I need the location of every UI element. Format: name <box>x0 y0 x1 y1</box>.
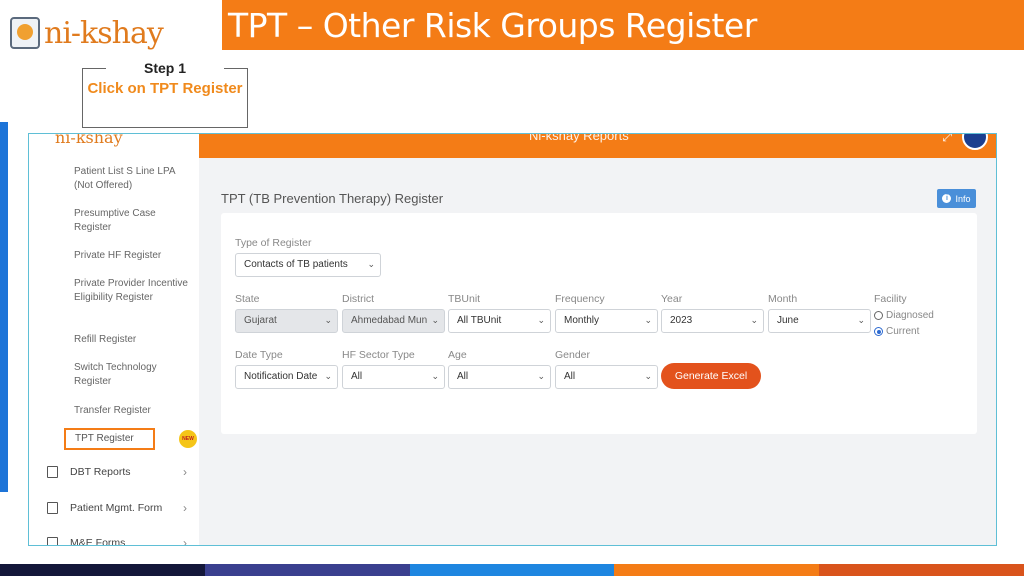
frequency-select[interactable]: Monthly ⌄ <box>555 309 658 333</box>
district-label: District <box>342 293 375 305</box>
chevron-down-icon: ⌄ <box>537 315 545 326</box>
select-value: All <box>351 371 363 382</box>
sidebar-section-label: DBT Reports <box>70 466 131 478</box>
logo-text: ni-kshay <box>44 15 164 51</box>
frequency-label: Frequency <box>555 293 605 305</box>
app-window: ni-kshay Patient List S Line LPA (Not Of… <box>28 133 997 546</box>
chevron-down-icon: ⌄ <box>324 315 332 326</box>
app-topbar: Ni-kshay Reports ⤢ <box>199 134 996 158</box>
facility-radio-diagnosed[interactable]: Diagnosed <box>874 310 934 321</box>
year-label: Year <box>661 293 683 305</box>
radio-on-icon <box>874 327 883 336</box>
band-segment <box>0 564 205 576</box>
chevron-down-icon: ⌄ <box>537 371 545 382</box>
hf-sector-type-label: HF Sector Type <box>342 349 415 361</box>
page-title: TPT (TB Prevention Therapy) Register <box>221 191 444 206</box>
sidebar-section-label: Patient Mgmt. Form <box>70 502 163 514</box>
date-type-label: Date Type <box>235 349 283 361</box>
new-badge: NEW <box>179 430 197 448</box>
sidebar-item-private-hf[interactable]: Private HF Register <box>74 249 192 263</box>
chevron-down-icon: ⌄ <box>324 371 332 382</box>
chevron-down-icon: ⌄ <box>431 371 439 382</box>
chevron-right-icon: › <box>183 501 187 515</box>
slide-title-bar: TPT – Other Risk Groups Register <box>222 0 1024 50</box>
radio-label: Current <box>886 326 920 337</box>
band-segment <box>409 564 615 576</box>
radio-label: Diagnosed <box>886 310 934 321</box>
band-segment <box>614 564 820 576</box>
select-value: All <box>564 371 576 382</box>
state-select: Gujarat ⌄ <box>235 309 338 333</box>
info-button-label: Info <box>955 193 971 204</box>
gender-select[interactable]: All ⌄ <box>555 365 658 389</box>
type-of-register-select[interactable]: Contacts of TB patients ⌄ <box>235 253 381 277</box>
chevron-down-icon: ⌄ <box>644 315 652 326</box>
month-select[interactable]: June ⌄ <box>768 309 871 333</box>
sidebar-item-switch-technology[interactable]: Switch Technology Register <box>74 361 192 389</box>
type-of-register-label: Type of Register <box>235 237 312 249</box>
sidebar-item-tpt-register[interactable]: TPT Register <box>64 428 155 450</box>
chevron-down-icon: ⌄ <box>644 371 652 382</box>
chevron-down-icon: ⌄ <box>750 315 758 326</box>
nikshay-logo: ni-kshay <box>10 8 190 58</box>
district-select: Ahmedabad Mun ⌄ <box>342 309 445 333</box>
year-select[interactable]: 2023 ⌄ <box>661 309 764 333</box>
sidebar: ni-kshay Patient List S Line LPA (Not Of… <box>29 134 199 545</box>
chevron-down-icon: ⌄ <box>431 315 439 326</box>
info-button[interactable]: i Info <box>937 189 976 208</box>
sidebar-item-private-provider[interactable]: Private Provider Incentive Eligibility R… <box>74 277 192 305</box>
generate-excel-button[interactable]: Generate Excel <box>661 363 761 389</box>
select-value: Monthly <box>564 315 600 326</box>
slide-title: TPT – Other Risk Groups Register <box>228 5 757 45</box>
select-value: Notification Date <box>244 371 318 382</box>
register-form-card: Type of Register Contacts of TB patients… <box>221 213 977 434</box>
select-value: 2023 <box>670 315 693 326</box>
sidebar-item-transfer[interactable]: Transfer Register <box>74 404 192 418</box>
select-value: June <box>777 315 799 326</box>
select-value: Ahmedabad Mun <box>351 315 428 326</box>
document-icon <box>47 502 58 514</box>
tbunit-select[interactable]: All TBUnit ⌄ <box>448 309 551 333</box>
info-icon: i <box>942 194 952 203</box>
sidebar-item-refill[interactable]: Refill Register <box>74 333 192 347</box>
logo-emblem-icon <box>10 17 40 49</box>
facility-label: Facility <box>874 293 907 305</box>
facility-radio-current[interactable]: Current <box>874 326 919 337</box>
chevron-down-icon: ⌄ <box>367 259 375 270</box>
left-accent-bar <box>0 122 8 492</box>
fullscreen-icon[interactable]: ⤢ <box>942 134 952 145</box>
tbunit-label: TBUnit <box>448 293 481 305</box>
select-value: Gujarat <box>244 315 277 326</box>
date-type-select[interactable]: Notification Date ⌄ <box>235 365 338 389</box>
band-segment <box>204 564 410 576</box>
sidebar-logo: ni-kshay <box>55 133 123 147</box>
select-value: All TBUnit <box>457 315 502 326</box>
state-label: State <box>235 293 260 305</box>
chevron-down-icon: ⌄ <box>857 315 865 326</box>
sidebar-item-presumptive-case[interactable]: Presumptive Case Register <box>74 207 192 235</box>
sidebar-section-dbt-reports[interactable]: DBT Reports › <box>47 465 187 479</box>
radio-off-icon <box>874 311 883 320</box>
document-icon <box>47 466 58 478</box>
topbar-title: Ni-kshay Reports <box>529 133 629 143</box>
sidebar-section-label: M&E Forms <box>70 537 126 546</box>
step-label: Step 1 <box>106 60 224 78</box>
age-label: Age <box>448 349 467 361</box>
document-icon <box>47 537 58 545</box>
sidebar-section-me-forms[interactable]: M&E Forms › <box>47 536 187 546</box>
gender-label: Gender <box>555 349 591 361</box>
bottom-color-band <box>0 564 1024 576</box>
hf-sector-type-select[interactable]: All ⌄ <box>342 365 445 389</box>
user-avatar-icon[interactable] <box>962 134 988 150</box>
month-label: Month <box>768 293 798 305</box>
chevron-right-icon: › <box>183 465 187 479</box>
sidebar-section-patient-mgmt[interactable]: Patient Mgmt. Form › <box>47 501 187 515</box>
select-value: All <box>457 371 469 382</box>
chevron-right-icon: › <box>183 536 187 546</box>
step-instruction: Click on TPT Register <box>87 80 243 97</box>
select-value: Contacts of TB patients <box>244 259 348 270</box>
band-segment <box>819 564 1024 576</box>
age-select[interactable]: All ⌄ <box>448 365 551 389</box>
sidebar-item-patient-list-lpa[interactable]: Patient List S Line LPA (Not Offered) <box>74 165 192 193</box>
